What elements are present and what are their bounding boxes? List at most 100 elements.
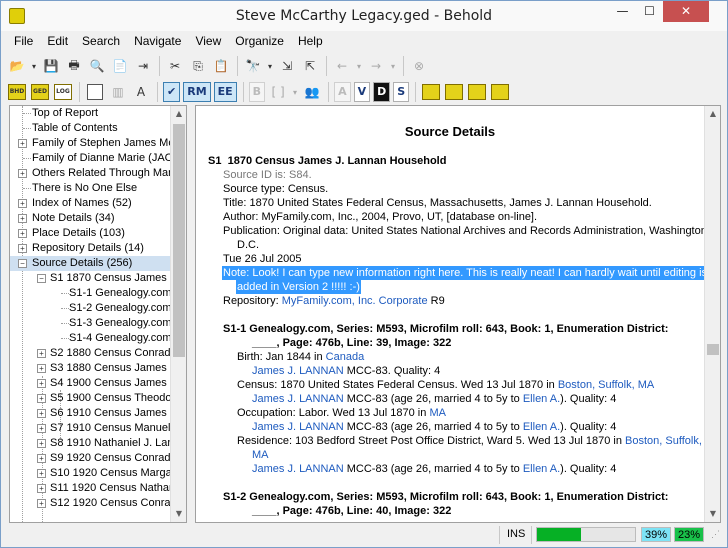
people-icon[interactable]: 👥: [302, 82, 322, 102]
forward-arrow-icon[interactable]: →: [366, 56, 386, 76]
family-tree-icon-1[interactable]: [421, 82, 441, 102]
person-link[interactable]: James J. LANNAN: [252, 421, 344, 433]
tree-item-index-of-names[interactable]: + Index of Names (52): [10, 196, 172, 211]
tree-scrollbar-thumb[interactable]: [173, 124, 185, 357]
open-folder-icon[interactable]: 📂: [7, 56, 27, 76]
panes-icon[interactable]: ▥: [108, 82, 128, 102]
family-tree-icon-3[interactable]: [467, 82, 487, 102]
place-link[interactable]: Boston, Suffolk, MA: [558, 379, 654, 391]
tree-item-source-details[interactable]: − Source Details (256): [10, 256, 172, 271]
menu-help[interactable]: Help: [291, 32, 330, 52]
pane-splitter[interactable]: [187, 105, 193, 523]
stop-icon[interactable]: ⊗: [409, 56, 429, 76]
expand-plus-icon[interactable]: +: [37, 469, 46, 478]
resize-grip-icon[interactable]: ⋰: [711, 530, 723, 543]
expand-plus-icon[interactable]: +: [37, 364, 46, 373]
expand-plus-icon[interactable]: +: [18, 214, 27, 223]
behold-bhd-icon[interactable]: BHD: [7, 82, 27, 102]
tree-item-family-dianne[interactable]: Family of Dianne Marie (JACK: [10, 151, 172, 166]
repository-link[interactable]: MyFamily.com, Inc. Corporate: [282, 295, 428, 307]
gedcom-ged-icon[interactable]: GED: [30, 82, 50, 102]
print-icon[interactable]: 🖶: [64, 56, 84, 76]
tree-item-s2[interactable]: + S2 1880 Census Conrad: [10, 346, 172, 361]
save-icon[interactable]: 💾: [41, 56, 61, 76]
dropdown-arrow-icon[interactable]: ▾: [355, 56, 363, 76]
tree-item-s1-2[interactable]: S1-2 Genealogy.com,: [10, 301, 172, 316]
collapse-minus-icon[interactable]: −: [37, 274, 46, 283]
tree-item-s6[interactable]: + S6 1910 Census James J: [10, 406, 172, 421]
collapse-minus-icon[interactable]: −: [18, 259, 27, 268]
expand-plus-icon[interactable]: +: [37, 349, 46, 358]
person-link[interactable]: James J. LANNAN: [252, 463, 344, 475]
maximize-button[interactable]: ☐: [636, 1, 663, 22]
dropdown-arrow-icon[interactable]: ▾: [291, 82, 299, 102]
close-button[interactable]: ✕: [663, 1, 709, 22]
expand-plus-icon[interactable]: +: [37, 379, 46, 388]
expand-plus-icon[interactable]: +: [18, 139, 27, 148]
place-link[interactable]: Canada: [326, 351, 365, 363]
expand-plus-icon[interactable]: +: [37, 439, 46, 448]
tree-item-s1-3[interactable]: S1-3 Genealogy.com,: [10, 316, 172, 331]
report-content-pane[interactable]: Source Details S1 1870 Census James J. L…: [195, 105, 721, 523]
spouse-link[interactable]: Ellen A.: [523, 463, 560, 475]
d-toggle-button[interactable]: D: [373, 82, 391, 102]
tree-item-s1-1[interactable]: S1-1 Genealogy.com,: [10, 286, 172, 301]
person-link[interactable]: James J. LANNAN: [252, 365, 344, 377]
scroll-down-arrow-icon[interactable]: ▼: [171, 506, 186, 522]
title-bar[interactable]: Steve McCarthy Legacy.ged - Behold — ☐ ✕: [1, 1, 727, 31]
cut-icon[interactable]: ✂: [165, 56, 185, 76]
menu-edit[interactable]: Edit: [40, 32, 75, 52]
expand-plus-icon[interactable]: +: [37, 409, 46, 418]
tree-item-repository-details[interactable]: + Repository Details (14): [10, 241, 172, 256]
tree-item-s10[interactable]: + S10 1920 Census Margar: [10, 466, 172, 481]
exit-icon[interactable]: ⇥: [133, 56, 153, 76]
expand-plus-icon[interactable]: +: [37, 484, 46, 493]
s-toggle-button[interactable]: S: [393, 82, 410, 102]
selected-note-text[interactable]: Note: Look! I can type new information r…: [222, 266, 704, 280]
menu-navigate[interactable]: Navigate: [127, 32, 188, 52]
tree-item-s9[interactable]: + S9 1920 Census Conrad I: [10, 451, 172, 466]
menu-search[interactable]: Search: [75, 32, 127, 52]
tree-item-s5[interactable]: + S5 1900 Census Theodor: [10, 391, 172, 406]
tree-item-family-stephen[interactable]: + Family of Stephen James McC: [10, 136, 172, 151]
paste-icon[interactable]: 📋: [211, 56, 231, 76]
place-link[interactable]: MA: [429, 407, 446, 419]
print-preview-icon[interactable]: 🔍: [87, 56, 107, 76]
expand-plus-icon[interactable]: +: [37, 394, 46, 403]
tree-item-no-one-else[interactable]: There is No One Else: [10, 181, 172, 196]
find-binoculars-icon[interactable]: 🔭: [243, 56, 263, 76]
expand-plus-icon[interactable]: +: [18, 199, 27, 208]
menu-organize[interactable]: Organize: [228, 32, 291, 52]
dropdown-arrow-icon[interactable]: ▾: [30, 56, 38, 76]
expand-plus-icon[interactable]: +: [37, 499, 46, 508]
tree-item-s4[interactable]: + S4 1900 Census James J: [10, 376, 172, 391]
tree-item-place-details[interactable]: + Place Details (103): [10, 226, 172, 241]
selected-note-text-cont[interactable]: added in Version 2 !!!!! :-): [236, 280, 361, 294]
checkmark-toggle[interactable]: ✔: [163, 82, 181, 102]
tree-item-others-related[interactable]: + Others Related Through Marr: [10, 166, 172, 181]
family-tree-icon-2[interactable]: [444, 82, 464, 102]
expand-plus-icon[interactable]: +: [18, 244, 27, 253]
place-link[interactable]: Boston, Suffolk,: [625, 435, 702, 447]
content-scrollbar-thumb[interactable]: [707, 344, 719, 355]
bracket-icon[interactable]: [ ]: [268, 82, 288, 102]
tree-item-note-details[interactable]: + Note Details (34): [10, 211, 172, 226]
tree-vertical-scrollbar[interactable]: ▲ ▼: [170, 106, 186, 522]
menu-file[interactable]: File: [7, 32, 40, 52]
split-view-icon[interactable]: [85, 82, 105, 102]
rm-toggle-button[interactable]: RM: [183, 82, 211, 102]
tree-item-table-of-contents[interactable]: Table of Contents: [10, 121, 172, 136]
log-icon[interactable]: LOG: [53, 82, 73, 102]
content-vertical-scrollbar[interactable]: ▲ ▼: [704, 106, 720, 522]
expand-plus-icon[interactable]: +: [18, 169, 27, 178]
tree-item-s11[interactable]: + S11 1920 Census Nathan: [10, 481, 172, 496]
scroll-down-arrow-icon[interactable]: ▼: [705, 506, 720, 522]
scroll-up-arrow-icon[interactable]: ▲: [705, 106, 720, 122]
person-link[interactable]: James J. LANNAN: [252, 393, 344, 405]
dropdown-arrow-icon[interactable]: ▾: [389, 56, 397, 76]
find-next-icon[interactable]: ⇲: [277, 56, 297, 76]
v-toggle-button[interactable]: V: [353, 82, 371, 102]
expand-plus-icon[interactable]: +: [37, 454, 46, 463]
tree-item-s8[interactable]: + S8 1910 Nathaniel J. Lanr: [10, 436, 172, 451]
table-of-contents-tree[interactable]: Top of Report Table of Contents + Family …: [9, 105, 187, 523]
